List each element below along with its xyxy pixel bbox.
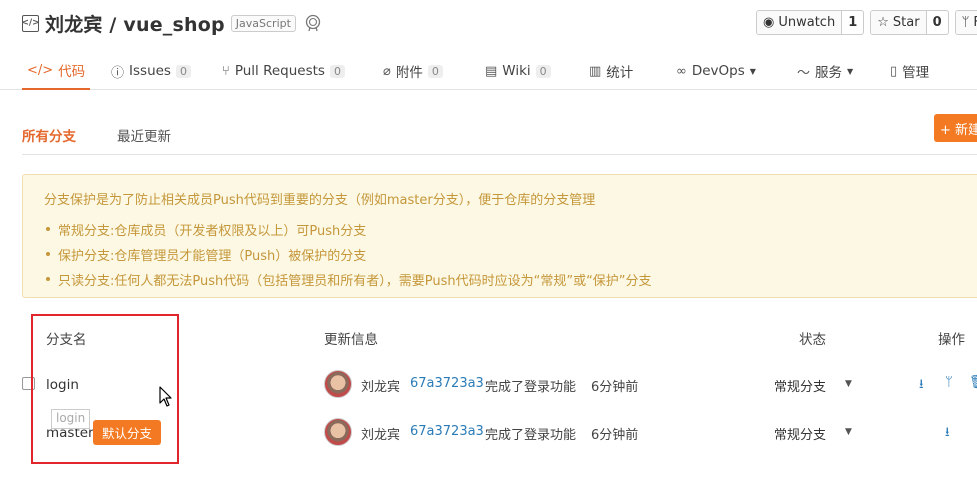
tab-attachments[interactable]: ⌀ 附件 0 [383, 52, 443, 90]
tab-all-branches[interactable]: 所有分支 [22, 125, 76, 145]
code-icon: </> [27, 62, 54, 78]
fork-button[interactable]: ᛘF [954, 10, 977, 35]
tab-services[interactable]: 〜 服务 ▼ [797, 52, 853, 90]
tab-label: 附件 [395, 65, 423, 81]
unwatch-label: Unwatch [778, 15, 836, 30]
tab-label: DevOps [691, 63, 745, 79]
infinity-icon: ∞ [676, 63, 687, 79]
download-icon[interactable]: ⭳ [919, 375, 924, 397]
tab-label: 服务 [815, 65, 843, 81]
commit-message: 完成了登录功能 [485, 428, 577, 443]
repo-icon: </> [21, 14, 40, 32]
watch-count: 1 [841, 11, 863, 34]
tab-count: 0 [175, 64, 191, 78]
star-label: Star [892, 15, 920, 30]
branch-protection-notice: 分支保护是为了防止相关成员Push代码到重要的分支（例如master分支），便于… [22, 174, 977, 298]
branch-status-select[interactable]: 常规分支 [774, 424, 826, 443]
download-icon[interactable]: ⭳ [945, 423, 950, 445]
paperclip-icon: ⌀ [383, 63, 391, 79]
tab-label: Wiki [502, 63, 531, 79]
commit-message: 完成了登录功能 [485, 380, 577, 395]
tab-stats[interactable]: ▥ 统计 [589, 52, 633, 90]
branch-status-select[interactable]: 常规分支 [774, 376, 826, 395]
book-icon: ▤ [485, 63, 498, 79]
chevron-down-icon: ▼ [847, 66, 854, 76]
tab-count: 0 [329, 64, 345, 78]
branch-name-tooltip: login [51, 409, 91, 429]
info-icon: ⓘ [111, 65, 125, 81]
avatar[interactable] [324, 418, 352, 446]
delete-icon[interactable]: 🗑 [969, 375, 977, 390]
eye-icon: ◉ [763, 15, 775, 30]
repo-separator: / [102, 13, 124, 36]
tab-manage[interactable]: ▯ 管理 [890, 52, 929, 90]
chevron-down-icon: ▼ [749, 66, 756, 76]
repo-nav-tabs: </> 代码 ⓘ Issues 0 ⑂ Pull Requests 0 ⌀ 附件… [0, 52, 977, 90]
tab-count: 0 [535, 64, 551, 78]
document-icon: ▯ [890, 63, 898, 79]
commit-sha[interactable]: 67a3723a3 [410, 424, 484, 439]
commit-author[interactable]: 刘龙宾 [361, 376, 400, 395]
repo-name[interactable]: vue_shop [123, 14, 224, 36]
commit-time: 6分钟前 [591, 380, 639, 395]
notice-list: 常规分支:仓库成员（开发者权限及以上）可Push分支 保护分支:仓库管理员才能管… [44, 220, 652, 295]
pull-request-icon: ⑂ [222, 63, 230, 79]
commit-author[interactable]: 刘龙宾 [361, 424, 400, 443]
tab-count: 0 [427, 64, 443, 78]
tab-recent-updates[interactable]: 最近更新 [117, 125, 171, 145]
commit-time: 6分钟前 [591, 428, 639, 443]
tab-code[interactable]: </> 代码 [22, 52, 91, 90]
new-branch-button[interactable]: + 新建 [934, 114, 977, 142]
fork-icon: ᛘ [961, 15, 970, 30]
new-branch-label: + 新建 [940, 122, 977, 138]
tab-pull-requests[interactable]: ⑂ Pull Requests 0 [222, 52, 345, 90]
tab-devops[interactable]: ∞ DevOps ▼ [676, 52, 756, 90]
default-branch-badge: 默认分支 [93, 420, 161, 445]
avatar[interactable] [324, 370, 352, 398]
header-actions: 操作 [938, 332, 965, 348]
chevron-down-icon[interactable]: ▼ [845, 427, 852, 437]
commit-sha[interactable]: 67a3723a3 [410, 376, 484, 391]
branch-name-link[interactable]: login [46, 377, 79, 393]
table-row: login 刘龙宾 67a3723a3 完成了登录功能 6分钟前 常规分支 ▼ … [0, 364, 977, 404]
repo-title[interactable]: 刘龙宾 / vue_shop [45, 10, 225, 37]
header-branch-name: 分支名 [46, 332, 87, 348]
notice-item: 常规分支:仓库成员（开发者权限及以上）可Push分支 [44, 220, 652, 245]
repo-owner[interactable]: 刘龙宾 [45, 14, 103, 36]
tab-label: 管理 [902, 65, 930, 81]
mouse-cursor-icon [159, 386, 172, 407]
repo-actions: ◉Unwatch 1 ☆Star 0 ᛘF [756, 10, 977, 35]
pulse-icon: 〜 [797, 65, 811, 81]
tab-issues[interactable]: ⓘ Issues 0 [111, 52, 191, 90]
fork-label: F [973, 15, 977, 30]
tab-label: Pull Requests [234, 63, 325, 79]
notice-item: 保护分支:仓库管理员才能管理（Push）被保护的分支 [44, 245, 652, 270]
star-icon: ☆ [877, 15, 889, 30]
star-button[interactable]: ☆ Star 0 [870, 10, 949, 35]
row-checkbox[interactable] [22, 377, 35, 390]
branch-filter-tabs: 所有分支 最近更新 + 新建 [22, 112, 977, 155]
merge-icon[interactable]: ᛘ [945, 375, 953, 390]
bar-chart-icon: ▥ [589, 63, 602, 79]
header-update-info: 更新信息 [324, 332, 378, 348]
notice-item: 只读分支:任何人都无法Push代码（包括管理员和所有者），需要Push代码时应设… [44, 270, 652, 295]
language-tag: JavaScript [230, 14, 296, 32]
unwatch-button[interactable]: ◉ Unwatch 1 [756, 10, 865, 35]
table-row: master 默认分支 刘龙宾 67a3723a3 完成了登录功能 6分钟前 常… [0, 412, 977, 452]
tab-wiki[interactable]: ▤ Wiki 0 [485, 52, 551, 90]
tab-label: Issues [129, 63, 171, 79]
header-status: 状态 [799, 332, 826, 348]
tab-label: 代码 [58, 64, 86, 80]
notice-heading: 分支保护是为了防止相关成员Push代码到重要的分支（例如master分支），便于… [44, 193, 596, 208]
star-count: 0 [925, 11, 948, 34]
chevron-down-icon[interactable]: ▼ [845, 379, 852, 389]
certificate-icon[interactable] [304, 14, 322, 32]
repo-header: </> 刘龙宾 / vue_shop JavaScript [21, 10, 322, 37]
tab-label: 统计 [606, 65, 634, 81]
